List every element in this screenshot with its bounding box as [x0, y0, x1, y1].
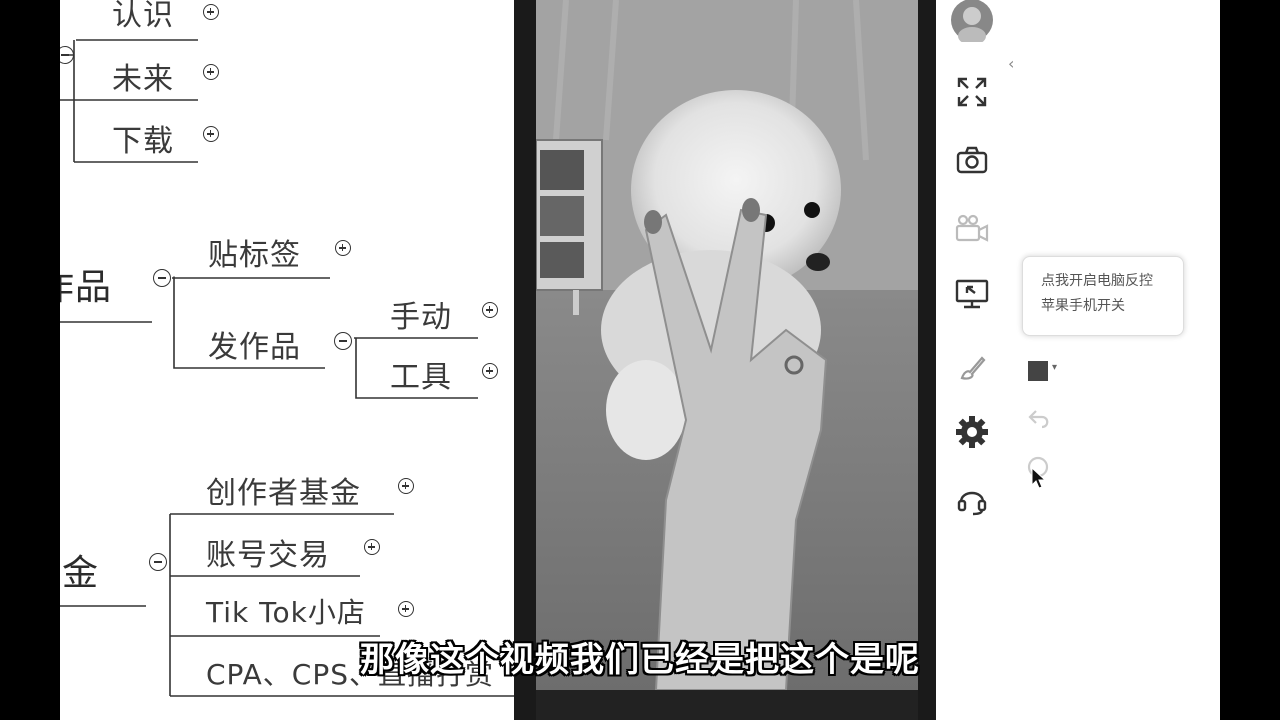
tooltip-line: 苹果手机开关 — [1041, 298, 1125, 314]
headset-icon[interactable] — [954, 482, 990, 518]
collapse-node-icon[interactable] — [334, 332, 352, 350]
expand-node-icon[interactable] — [203, 4, 219, 20]
video-subtitle: 那像这个视频我们已经是把这个是呢 — [360, 640, 920, 680]
collapse-toolbar-icon[interactable]: ‹ — [1008, 54, 1014, 73]
avatar[interactable] — [950, 0, 994, 42]
mindmap-node[interactable]: 手动 — [390, 292, 452, 336]
screen-control-icon[interactable] — [954, 276, 990, 312]
mindmap-node[interactable]: 作品 — [60, 258, 112, 310]
chevron-down-icon[interactable]: ▾ — [1052, 362, 1057, 373]
collapse-node-icon[interactable] — [153, 269, 171, 287]
expand-node-icon[interactable] — [203, 126, 219, 142]
fullscreen-icon[interactable] — [954, 74, 990, 110]
expand-node-icon[interactable] — [203, 64, 219, 80]
mindmap-node[interactable]: 工具 — [390, 352, 452, 396]
mindmap-node[interactable]: 账号交易 — [206, 530, 330, 574]
mindmap-node[interactable]: 贴标签 — [208, 230, 301, 274]
expand-node-icon[interactable] — [335, 240, 351, 256]
mindmap-node[interactable]: 发作品 — [208, 322, 301, 366]
mindmap-node[interactable]: Tik Tok小店 — [206, 591, 366, 631]
reverse-control-tooltip: 点我开启电脑反控 苹果手机开关 — [1022, 256, 1184, 336]
mindmap-node[interactable]: 金 — [62, 544, 99, 596]
expand-node-icon[interactable] — [398, 601, 414, 617]
color-swatch[interactable] — [1028, 361, 1048, 381]
undo-icon[interactable] — [1027, 408, 1051, 434]
expand-node-icon[interactable] — [482, 302, 498, 318]
expand-node-icon[interactable] — [482, 363, 498, 379]
mindmap-node[interactable]: 下载 — [112, 116, 174, 160]
mindmap-node[interactable]: 认识 — [112, 0, 174, 34]
mindmap-node[interactable]: 创作者基金 — [206, 468, 361, 512]
mindmap-node[interactable]: 未来 — [112, 54, 174, 98]
expand-node-icon[interactable] — [398, 478, 414, 494]
mouse-cursor-icon — [1030, 466, 1048, 494]
brush-icon[interactable] — [954, 350, 990, 386]
settings-icon[interactable] — [954, 414, 990, 450]
video-camera-icon[interactable] — [954, 210, 990, 246]
video-frame-image — [536, 0, 918, 690]
phone-video-screen[interactable] — [536, 0, 918, 690]
expand-node-icon[interactable] — [364, 539, 380, 555]
phone-bottom-bar — [536, 690, 918, 720]
camera-icon[interactable] — [954, 142, 990, 178]
tooltip-line: 点我开启电脑反控 — [1041, 273, 1153, 289]
collapse-node-icon[interactable] — [149, 553, 167, 571]
